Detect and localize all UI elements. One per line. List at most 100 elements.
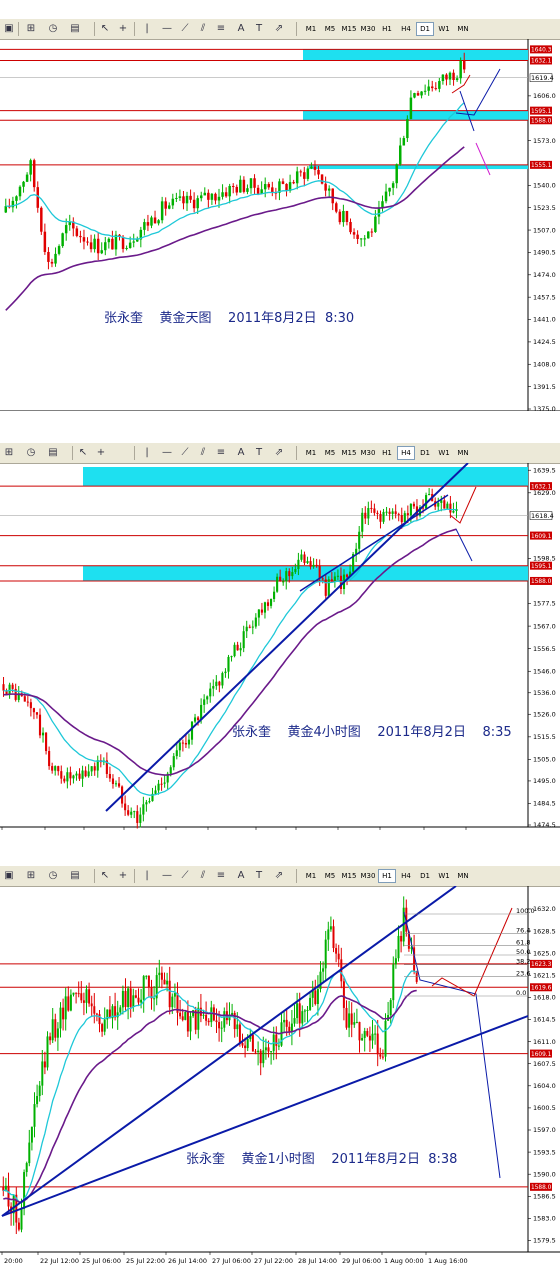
timeframe-mn[interactable]: MN xyxy=(454,869,472,883)
timeframe-w1[interactable]: W1 xyxy=(435,869,453,883)
timeframe-m15[interactable]: M15 xyxy=(340,869,358,883)
candle-body xyxy=(210,1007,213,1023)
timeframe-w1[interactable]: W1 xyxy=(435,22,453,36)
trendline-icon[interactable]: ⟋ xyxy=(178,869,192,883)
new-chart-icon[interactable]: ▣ xyxy=(2,869,16,883)
timeframe-m1[interactable]: M1 xyxy=(302,869,320,883)
timeframe-m5[interactable]: M5 xyxy=(321,869,339,883)
timeframe-w1[interactable]: W1 xyxy=(435,446,453,460)
text-icon[interactable]: A xyxy=(234,446,248,460)
candle-body xyxy=(89,242,93,250)
candle-body xyxy=(57,766,60,772)
horizontal-line-icon[interactable]: — xyxy=(160,22,174,36)
candle-body xyxy=(142,976,145,1000)
templates-icon[interactable]: ▤ xyxy=(68,869,82,883)
arrows-icon[interactable]: ⇗ xyxy=(272,869,286,883)
templates-icon[interactable]: ▤ xyxy=(68,22,82,36)
trendline-icon[interactable]: ⟋ xyxy=(178,446,192,460)
cursor-icon[interactable]: ↖ xyxy=(98,22,112,36)
price-chart[interactable]: 1639.51632.11629.01618.41609.11598.51595… xyxy=(0,463,560,832)
timeframe-h4[interactable]: H4 xyxy=(397,446,415,460)
price-tick-label: 1639.5 xyxy=(533,466,556,474)
chart-panel-1h[interactable]: ▣ ⊞ ◷ ▤ ↖ + | — ⟋ ⫽ ≡ A T ⇗ M1 M5 M15 M30 H1… xyxy=(0,866,560,1273)
timeframe-m15[interactable]: M15 xyxy=(340,22,358,36)
timeframe-m1[interactable]: M1 xyxy=(302,446,320,460)
timeframe-d1[interactable]: D1 xyxy=(416,869,434,883)
arrows-icon[interactable]: ⇗ xyxy=(272,22,286,36)
horizontal-line-icon[interactable]: — xyxy=(160,446,174,460)
candle-body xyxy=(66,772,69,782)
candle-body xyxy=(388,511,391,514)
channel-lower-line[interactable] xyxy=(1,1015,529,1217)
timeframe-m30[interactable]: M30 xyxy=(359,22,377,36)
time-tick-label: 1 Aug 00:00 xyxy=(384,1257,424,1265)
text-icon[interactable]: A xyxy=(234,869,248,883)
price-tick-label: 1595.1 xyxy=(531,564,552,570)
timeframe-m5[interactable]: M5 xyxy=(321,22,339,36)
crosshair-icon[interactable]: + xyxy=(116,22,130,36)
timeframe-h1[interactable]: H1 xyxy=(378,869,396,883)
price-chart[interactable]: 100.0 76.4 61.8 50.0 38.2 23.6 0.0 1632.0 1628.5… xyxy=(0,886,560,1273)
horizontal-line-icon[interactable]: — xyxy=(160,869,174,883)
fibonacci-level-label: 61.8 xyxy=(516,938,530,946)
candle-body xyxy=(301,1011,304,1024)
timeframe-h1[interactable]: H1 xyxy=(378,22,396,36)
indicators-icon[interactable]: ⊞ xyxy=(24,869,38,883)
candle-body xyxy=(196,198,199,209)
fibonacci-icon[interactable]: ≡ xyxy=(214,446,228,460)
price-tick-label: 1474.0 xyxy=(533,271,556,279)
periodicity-icon[interactable]: ◷ xyxy=(24,446,38,460)
candle-body xyxy=(314,990,317,1005)
timeframe-m30[interactable]: M30 xyxy=(359,446,377,460)
timeframe-h4[interactable]: H4 xyxy=(397,22,415,36)
uptrend-line[interactable] xyxy=(105,463,469,812)
text-icon[interactable]: A xyxy=(234,22,248,36)
text-label-icon[interactable]: T xyxy=(252,22,266,36)
text-label-icon[interactable]: T xyxy=(252,869,266,883)
vertical-line-icon[interactable]: | xyxy=(140,869,154,883)
timeframe-m30[interactable]: M30 xyxy=(359,869,377,883)
candle-body xyxy=(306,168,310,179)
templates-icon[interactable]: ▤ xyxy=(46,446,60,460)
timeframe-m1[interactable]: M1 xyxy=(302,22,320,36)
fibonacci-icon[interactable]: ≡ xyxy=(214,869,228,883)
candle-body xyxy=(51,1019,54,1041)
timeframe-m15[interactable]: M15 xyxy=(340,446,358,460)
channel-icon[interactable]: ⫽ xyxy=(196,446,210,460)
periodicity-icon[interactable]: ◷ xyxy=(46,22,60,36)
channel-icon[interactable]: ⫽ xyxy=(196,869,210,883)
timeframe-h4[interactable]: H4 xyxy=(397,869,415,883)
candle-body xyxy=(111,238,114,250)
fibonacci-icon[interactable]: ≡ xyxy=(214,22,228,36)
timeframe-h1[interactable]: H1 xyxy=(378,446,396,460)
cursor-icon[interactable]: ↖ xyxy=(76,446,90,460)
vertical-line-icon[interactable]: | xyxy=(140,22,154,36)
chart-panel-4h[interactable]: ⊞ ◷ ▤ ↖ + | — ⟋ ⫽ ≡ A T ⇗ M1 M5 M15 M30 H1 H4… xyxy=(0,443,560,832)
text-label-icon[interactable]: T xyxy=(252,446,266,460)
indicators-icon[interactable]: ⊞ xyxy=(2,446,16,460)
periodicity-icon[interactable]: ◷ xyxy=(46,869,60,883)
channel-icon[interactable]: ⫽ xyxy=(196,22,210,36)
chart-panel-daily[interactable]: ▣ ⊞ ◷ ▤ ↖ + | — ⟋ ⫽ ≡ A T ⇗ M1 M5 M15 M30 H1… xyxy=(0,19,560,411)
timeframe-m5[interactable]: M5 xyxy=(321,446,339,460)
candle-body xyxy=(266,602,270,606)
candle-body xyxy=(373,508,376,513)
new-chart-icon[interactable]: ▣ xyxy=(2,22,16,36)
crosshair-icon[interactable]: + xyxy=(94,446,108,460)
arrows-icon[interactable]: ⇗ xyxy=(272,446,286,460)
price-tick-label: 1540.0 xyxy=(533,182,556,190)
timeframe-mn[interactable]: MN xyxy=(454,22,472,36)
candle-body xyxy=(185,195,189,204)
indicators-icon[interactable]: ⊞ xyxy=(24,22,38,36)
timeframe-d1[interactable]: D1 xyxy=(416,22,434,36)
crosshair-icon[interactable]: + xyxy=(116,869,130,883)
timeframe-mn[interactable]: MN xyxy=(454,446,472,460)
price-chart[interactable]: 1640.3 1632.1 1619.4 1606.0 1595.1 1588.0 1573… xyxy=(0,39,560,411)
cursor-icon[interactable]: ↖ xyxy=(98,869,112,883)
candle-body xyxy=(409,503,412,516)
timeframe-d1[interactable]: D1 xyxy=(416,446,434,460)
trendline-icon[interactable]: ⟋ xyxy=(178,22,192,36)
vertical-line-icon[interactable]: | xyxy=(140,446,154,460)
price-tick-label: 1604.0 xyxy=(533,1082,556,1090)
candle-body xyxy=(142,804,145,815)
